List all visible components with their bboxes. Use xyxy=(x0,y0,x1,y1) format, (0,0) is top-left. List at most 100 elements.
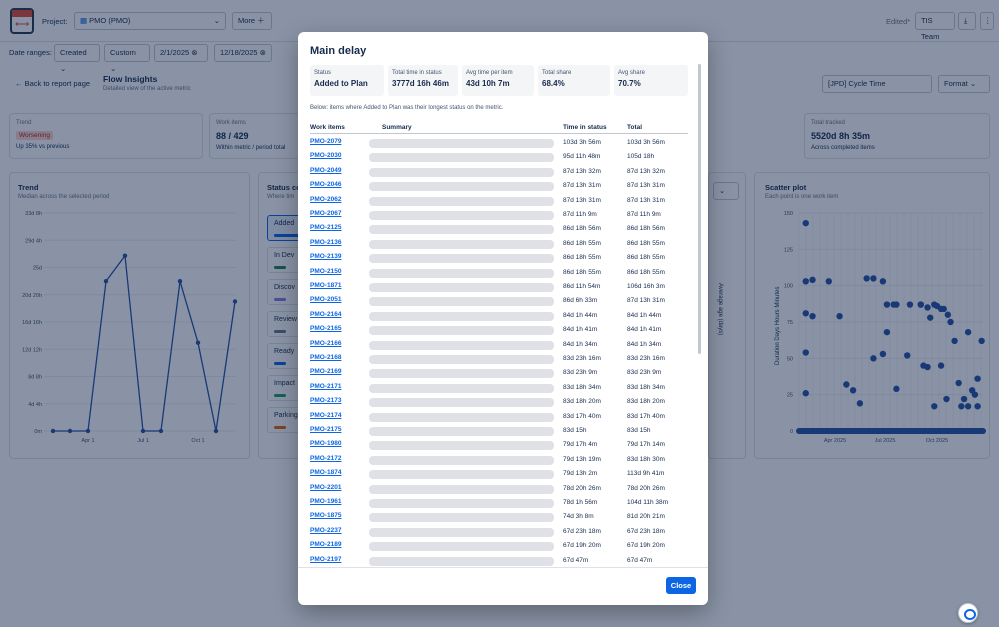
table-row: PMO-2169 83d 23h 9m 83d 23h 9m xyxy=(310,366,688,380)
table-row: PMO-2136 86d 18h 55m 86d 18h 55m xyxy=(310,237,688,251)
work-item-link[interactable]: PMO-2046 xyxy=(310,181,341,188)
total-time: 67d 19h 20m xyxy=(627,542,665,550)
total-time: 86d 18h 56m xyxy=(627,225,665,233)
work-item-link[interactable]: PMO-2201 xyxy=(310,484,341,491)
work-item-link[interactable]: PMO-2051 xyxy=(310,296,341,303)
work-item-link[interactable]: PMO-2172 xyxy=(310,455,341,462)
stat-card: Status Added to Plan xyxy=(310,65,384,96)
work-item-link[interactable]: PMO-2062 xyxy=(310,196,341,203)
summary-placeholder xyxy=(369,182,554,192)
total-time: 67d 23h 18m xyxy=(627,527,665,535)
table-row: PMO-2175 83d 15h 83d 15h xyxy=(310,424,688,438)
total-time: 67d 47m xyxy=(627,556,653,564)
table-row: PMO-2173 83d 18h 20m 83d 18h 20m xyxy=(310,395,688,409)
work-item-link[interactable]: PMO-2189 xyxy=(310,541,341,548)
work-item-link[interactable]: PMO-2237 xyxy=(310,527,341,534)
work-item-link[interactable]: PMO-2164 xyxy=(310,311,341,318)
summary-placeholder xyxy=(369,542,554,552)
total-time: 83d 18h 34m xyxy=(627,383,665,391)
summary-placeholder xyxy=(369,268,554,278)
table-row: PMO-2125 86d 18h 56m 86d 18h 56m xyxy=(310,222,688,236)
work-item-link[interactable]: PMO-2150 xyxy=(310,268,341,275)
table-row: PMO-2079 103d 3h 56m 103d 3h 56m xyxy=(310,136,688,150)
summary-placeholder xyxy=(369,326,554,336)
time-in-status: 103d 3h 56m xyxy=(563,139,601,146)
work-item-link[interactable]: PMO-1871 xyxy=(310,282,341,289)
time-in-status: 86d 18h 56m xyxy=(563,225,601,233)
time-in-status: 83d 23h 9m xyxy=(563,369,598,377)
total-time: 87d 13h 31m xyxy=(627,182,665,190)
summary-placeholder xyxy=(369,297,554,307)
table-header: Work items Summary Time in status Total xyxy=(310,123,688,134)
time-in-status: 84d 1h 34m xyxy=(563,340,598,348)
work-item-link[interactable]: PMO-2166 xyxy=(310,340,341,347)
work-item-link[interactable]: PMO-2079 xyxy=(310,138,341,145)
total-time: 83d 18h 20m xyxy=(627,398,665,406)
close-button[interactable]: Close xyxy=(666,577,696,594)
table-row: PMO-2164 84d 1h 44m 84d 1h 44m xyxy=(310,309,688,323)
summary-placeholder xyxy=(369,470,554,480)
summary-placeholder xyxy=(369,167,554,177)
stat-label: Total share xyxy=(542,70,572,76)
summary-placeholder xyxy=(369,311,554,321)
table-row: PMO-1961 78d 1h 56m 104d 11h 38m xyxy=(310,496,688,510)
work-item-link[interactable]: PMO-1875 xyxy=(310,512,341,519)
summary-placeholder xyxy=(369,153,554,163)
work-item-link[interactable]: PMO-1980 xyxy=(310,440,341,447)
work-item-link[interactable]: PMO-2136 xyxy=(310,239,341,246)
summary-placeholder xyxy=(369,513,554,523)
dialog-scrollbar[interactable] xyxy=(698,64,701,354)
table-row: PMO-2139 86d 18h 55m 86d 18h 55m xyxy=(310,251,688,265)
work-item-link[interactable]: PMO-2169 xyxy=(310,368,341,375)
summary-placeholder xyxy=(369,412,554,422)
work-item-link[interactable]: PMO-2165 xyxy=(310,325,341,332)
time-in-status: 86d 11h 54m xyxy=(563,283,601,290)
stat-card: Total time in status 3777d 16h 46m xyxy=(388,65,458,96)
work-item-link[interactable]: PMO-2173 xyxy=(310,397,341,404)
work-item-link[interactable]: PMO-2125 xyxy=(310,224,341,231)
summary-placeholder xyxy=(369,455,554,465)
work-item-link[interactable]: PMO-1874 xyxy=(310,469,341,476)
work-items-table: PMO-2079 103d 3h 56m 103d 3h 56m PMO-2030 95… xyxy=(310,136,688,567)
time-in-status: 83d 23h 16m xyxy=(563,355,601,362)
main-delay-dialog: Main delay Status Added to Plan Total time… xyxy=(298,32,708,605)
summary-placeholder xyxy=(369,283,554,292)
work-item-link[interactable]: PMO-2168 xyxy=(310,354,341,361)
work-item-link[interactable]: PMO-2197 xyxy=(310,556,341,563)
work-item-link[interactable]: PMO-2067 xyxy=(310,210,341,217)
stat-value: 3777d 16h 46m xyxy=(392,79,449,88)
work-item-link[interactable]: PMO-2175 xyxy=(310,426,341,433)
summary-placeholder xyxy=(369,196,554,206)
work-item-link[interactable]: PMO-2049 xyxy=(310,167,341,174)
work-item-link[interactable]: PMO-2171 xyxy=(310,383,341,390)
work-item-link[interactable]: PMO-2174 xyxy=(310,412,341,419)
time-in-status: 83d 18h 20m xyxy=(563,398,601,406)
total-time: 87d 13h 32m xyxy=(627,167,665,175)
dialog-divider xyxy=(298,567,708,568)
summary-placeholder xyxy=(369,441,554,451)
table-row: PMO-2166 84d 1h 34m 84d 1h 34m xyxy=(310,338,688,352)
time-in-status: 78d 1h 56m xyxy=(563,499,598,506)
time-in-status: 67d 47m xyxy=(563,556,589,564)
table-row: PMO-1980 79d 17h 4m 79d 17h 14m xyxy=(310,438,688,452)
summary-placeholder xyxy=(369,398,554,408)
work-item-link[interactable]: PMO-2139 xyxy=(310,253,341,260)
table-row: PMO-2067 87d 11h 9m 87d 11h 9m xyxy=(310,208,688,222)
time-in-status: 74d 3h 8m xyxy=(563,513,594,521)
work-item-link[interactable]: PMO-2030 xyxy=(310,152,341,159)
total-time: 103d 3h 56m xyxy=(627,139,665,146)
time-in-status: 95d 11h 48m xyxy=(563,153,601,161)
table-row: PMO-2172 79d 13h 19m 83d 18h 30m xyxy=(310,453,688,467)
summary-placeholder xyxy=(369,254,554,264)
total-time: 87d 13h 31m xyxy=(627,297,665,305)
table-row: PMO-2168 83d 23h 16m 83d 23h 16m xyxy=(310,352,688,366)
chat-icon[interactable] xyxy=(958,603,978,623)
stat-label: Total time in status xyxy=(392,70,442,76)
time-in-status: 87d 13h 31m xyxy=(563,182,601,190)
time-in-status: 86d 18h 55m xyxy=(563,239,601,247)
stat-label: Avg time per item xyxy=(466,70,513,76)
total-time: 83d 18h 30m xyxy=(627,455,665,463)
work-item-link[interactable]: PMO-1961 xyxy=(310,498,341,505)
summary-placeholder xyxy=(369,211,554,220)
time-in-status: 67d 23h 18m xyxy=(563,527,601,535)
